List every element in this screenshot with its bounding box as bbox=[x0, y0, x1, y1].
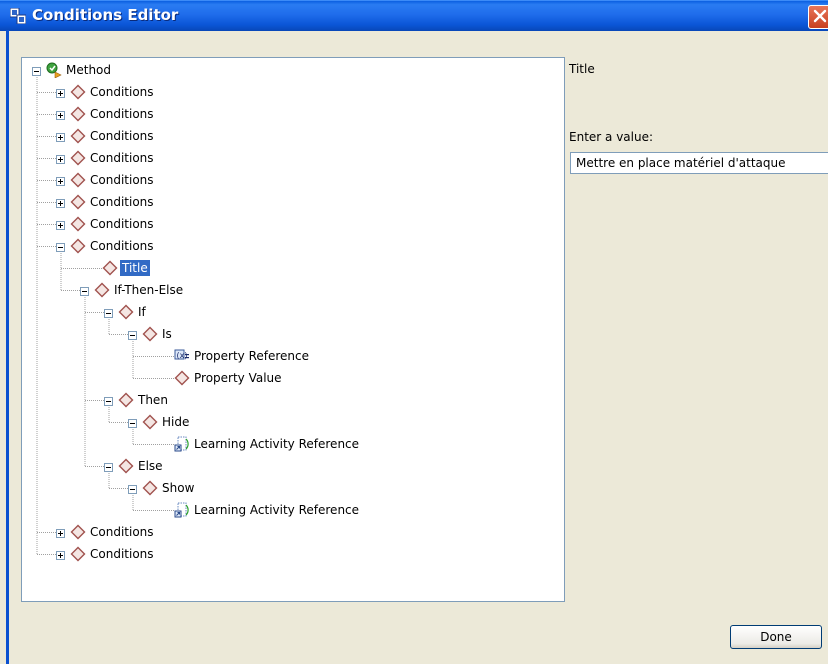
tree-node-label: Conditions bbox=[90, 195, 154, 209]
expand-icon[interactable] bbox=[56, 153, 65, 164]
tree-node-label: Property Value bbox=[194, 371, 282, 385]
tree-node-label: Show bbox=[162, 481, 195, 495]
diamond-icon bbox=[70, 172, 86, 188]
diamond-icon bbox=[70, 128, 86, 144]
svg-text:(x): (x) bbox=[177, 351, 188, 360]
collapse-icon[interactable] bbox=[128, 329, 137, 340]
tree-node-label: Conditions bbox=[90, 173, 154, 187]
tree-node-label: If bbox=[138, 305, 146, 319]
tree-node-label: Conditions bbox=[90, 85, 154, 99]
collapse-icon[interactable] bbox=[128, 483, 137, 494]
diamond-icon bbox=[142, 480, 158, 496]
collapse-icon[interactable] bbox=[56, 241, 65, 252]
collapse-icon[interactable] bbox=[104, 307, 113, 318]
diamond-icon bbox=[142, 414, 158, 430]
tree-node-label: Conditions bbox=[90, 151, 154, 165]
diamond-icon bbox=[70, 150, 86, 166]
collapse-icon[interactable] bbox=[104, 395, 113, 406]
app-icon bbox=[10, 8, 26, 24]
expand-icon[interactable] bbox=[56, 131, 65, 142]
property-label: Title bbox=[569, 62, 595, 76]
tree-node-label: Title bbox=[120, 260, 150, 276]
window-frame bbox=[6, 30, 9, 664]
tree-node-label: Then bbox=[138, 393, 168, 407]
diamond-icon bbox=[70, 238, 86, 254]
close-icon bbox=[813, 9, 827, 23]
expand-icon[interactable] bbox=[56, 219, 65, 230]
tree-node-label: If-Then-Else bbox=[114, 283, 184, 297]
diamond-icon bbox=[70, 546, 86, 562]
window-title: Conditions Editor bbox=[32, 6, 179, 24]
tree-node-label: Conditions bbox=[90, 547, 154, 561]
tree-node-label: Is bbox=[162, 327, 172, 341]
conditions-tree[interactable]: Method Conditions Conditions Conditions Cond… bbox=[21, 57, 565, 602]
done-button[interactable]: Done bbox=[730, 625, 822, 649]
expand-icon[interactable] bbox=[56, 197, 65, 208]
tree-node-label: Learning Activity Reference bbox=[194, 437, 360, 451]
tree-node-label: Conditions bbox=[90, 107, 154, 121]
diamond-icon bbox=[70, 216, 86, 232]
value-prompt-label: Enter a value: bbox=[569, 130, 654, 144]
tree-node-label: Conditions bbox=[90, 129, 154, 143]
tree-node-label: Property Reference bbox=[194, 349, 310, 363]
collapse-icon[interactable] bbox=[32, 65, 41, 76]
title-bar: Conditions Editor bbox=[0, 0, 828, 31]
diamond-icon bbox=[70, 194, 86, 210]
diamond-icon bbox=[118, 458, 134, 474]
expand-icon[interactable] bbox=[56, 175, 65, 186]
expand-icon[interactable] bbox=[56, 109, 65, 120]
expand-icon[interactable] bbox=[56, 87, 65, 98]
tree-node-label: Conditions bbox=[90, 525, 154, 539]
tree-node-label: Conditions bbox=[90, 217, 154, 231]
value-input[interactable]: Mettre en place matériel d'attaque bbox=[570, 152, 828, 174]
diamond-icon bbox=[70, 106, 86, 122]
tree-node-label: Hide bbox=[162, 415, 190, 429]
learning-activity-reference-icon bbox=[174, 436, 190, 452]
diamond-icon bbox=[70, 84, 86, 100]
diamond-icon bbox=[94, 282, 110, 298]
close-button[interactable] bbox=[808, 5, 828, 29]
learning-activity-reference-icon bbox=[174, 502, 190, 518]
expand-icon[interactable] bbox=[56, 549, 65, 560]
collapse-icon[interactable] bbox=[128, 417, 137, 428]
diamond-icon bbox=[174, 370, 190, 386]
collapse-icon[interactable] bbox=[80, 285, 89, 296]
diamond-icon bbox=[70, 524, 86, 540]
tree-node-label: Conditions bbox=[90, 239, 154, 253]
tree-node-label: Else bbox=[138, 459, 163, 473]
collapse-icon[interactable] bbox=[104, 461, 113, 472]
expand-icon[interactable] bbox=[56, 527, 65, 538]
diamond-icon bbox=[142, 326, 158, 342]
tree-node-label: Learning Activity Reference bbox=[194, 503, 360, 517]
diamond-icon bbox=[118, 304, 134, 320]
diamond-icon bbox=[102, 260, 118, 276]
property-reference-icon: (x) bbox=[174, 348, 190, 364]
tree-node-label: Method bbox=[66, 63, 112, 77]
diamond-icon bbox=[118, 392, 134, 408]
method-icon bbox=[46, 62, 62, 79]
